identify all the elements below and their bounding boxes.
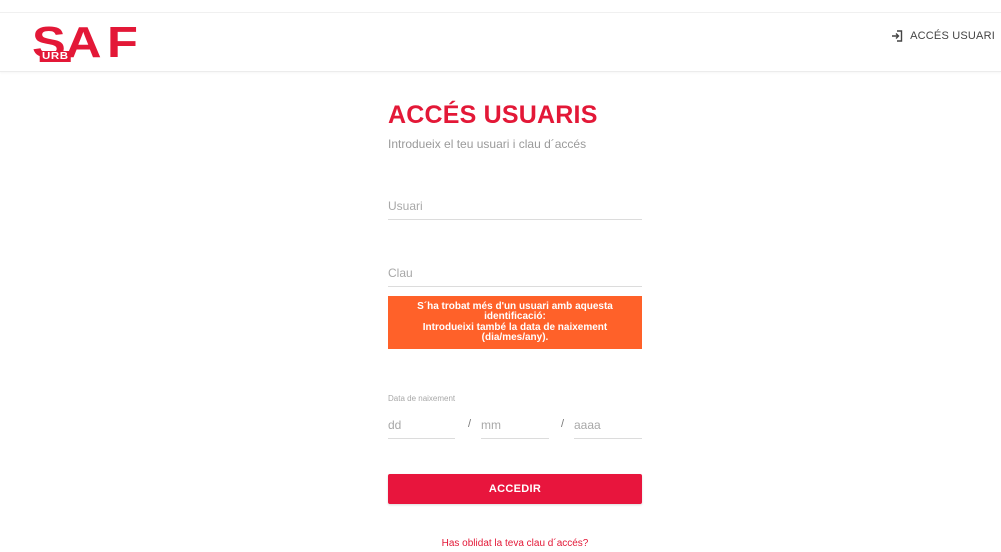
- page-title: ACCÉS USUARIS: [388, 101, 598, 129]
- forgot-password-link[interactable]: Has oblidat la teva clau d´accés?: [388, 538, 642, 549]
- user-access-link[interactable]: ACCÉS USUARI: [891, 30, 995, 42]
- password-input[interactable]: [388, 266, 642, 286]
- password-field-wrapper: [388, 264, 642, 287]
- submit-button[interactable]: ACCEDIR: [388, 474, 642, 504]
- saf-logo[interactable]: S A URB F: [32, 21, 138, 65]
- day-field-wrapper: [388, 416, 455, 439]
- page-subtitle: Introdueix el teu usuari i clau d´accés: [388, 137, 587, 151]
- username-input[interactable]: [388, 199, 642, 219]
- day-input[interactable]: [388, 418, 455, 438]
- date-separator: /: [468, 418, 472, 430]
- username-field-wrapper: [388, 197, 642, 220]
- logo-subtext: URB: [40, 51, 72, 62]
- year-input[interactable]: [574, 418, 642, 438]
- month-input[interactable]: [481, 418, 549, 438]
- login-arrow-icon: [892, 30, 903, 42]
- year-field-wrapper: [574, 416, 642, 439]
- date-separator: /: [561, 418, 565, 430]
- logo-letter-f: F: [107, 18, 139, 67]
- alert-line: identificació:: [484, 311, 546, 322]
- month-field-wrapper: [481, 416, 549, 439]
- alert-line: (dia/mes/any).: [481, 332, 549, 343]
- user-access-label: ACCÉS USUARI: [910, 30, 995, 42]
- birthdate-fields: / /: [388, 416, 642, 439]
- multiple-users-alert: S´ha trobat més d'un usuari amb aquesta …: [388, 296, 642, 349]
- logo-letter-a: A URB: [40, 21, 102, 65]
- site-header: S A URB F ACCÉS USUARI: [0, 13, 1001, 72]
- birthdate-label: Data de naixement: [388, 394, 456, 403]
